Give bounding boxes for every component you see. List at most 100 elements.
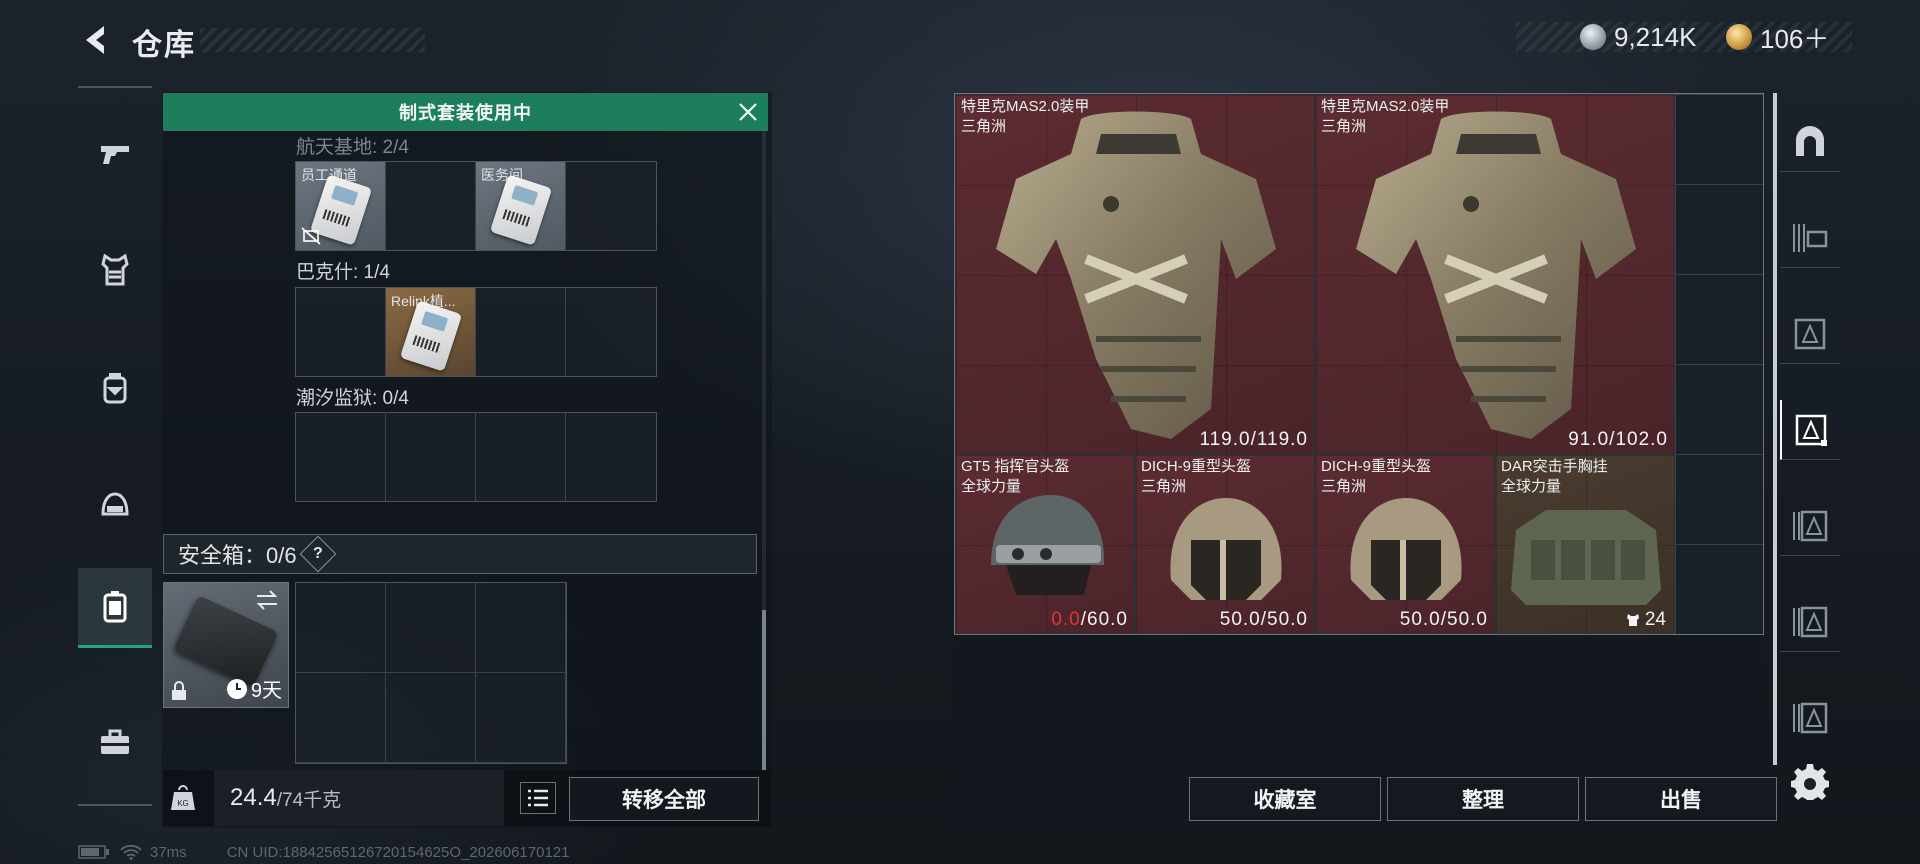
arch-icon	[1796, 125, 1824, 156]
chest-rig-image	[1511, 510, 1661, 605]
storage-tab-5[interactable]	[1780, 592, 1840, 652]
svg-text:KG: KG	[177, 799, 189, 808]
storage-item-helmet[interactable]: DICH-9重型头盔 三角洲 50.0/50.0	[1135, 454, 1315, 634]
item-name: 特里克MAS2.0装甲	[961, 98, 1090, 115]
key-slot[interactable]: Relink植...	[386, 288, 476, 376]
clock-icon	[226, 678, 247, 699]
silver-currency[interactable]: 9,214K	[1580, 22, 1696, 52]
nav-toolbox[interactable]	[78, 704, 152, 780]
wifi-icon	[120, 844, 142, 860]
storage-tab-main[interactable]	[1780, 112, 1840, 172]
back-arrow-icon[interactable]	[78, 22, 114, 58]
storage-tab-2[interactable]	[1780, 304, 1840, 364]
key-slot-empty[interactable]	[566, 413, 656, 501]
container-2-icon	[1794, 318, 1826, 349]
key-slot-empty[interactable]	[296, 288, 386, 376]
sell-button[interactable]: 出售	[1585, 777, 1777, 821]
storage-scrollbar[interactable]	[1773, 93, 1777, 765]
armor-vest-image	[1356, 111, 1636, 439]
lock-icon	[172, 681, 186, 700]
gold-coin-icon	[1726, 24, 1752, 50]
key-slot-empty[interactable]	[566, 162, 656, 250]
safebox-grid	[295, 582, 567, 764]
container-5-icon	[1793, 606, 1828, 637]
safebox-slot[interactable]	[476, 673, 566, 763]
tactical-helmet-image	[991, 495, 1105, 595]
key-slot-empty[interactable]	[566, 288, 656, 376]
storage-tab-4[interactable]	[1780, 496, 1840, 556]
safebox-slot[interactable]	[386, 583, 476, 673]
nav-armor[interactable]	[78, 232, 152, 308]
gold-currency[interactable]: 106＋	[1726, 22, 1829, 54]
storage-item-armor[interactable]: 特里克MAS2.0装甲 三角洲 91.0/102.0	[1315, 94, 1675, 454]
key-slot-empty[interactable]	[386, 162, 476, 250]
safebox-slot[interactable]	[386, 673, 476, 763]
safebox-slot[interactable]	[296, 583, 386, 673]
container-3-icon	[1795, 414, 1827, 446]
vest-icon	[101, 253, 129, 286]
item-name: 特里克MAS2.0装甲	[1321, 98, 1450, 115]
storage-item-armor[interactable]: 特里克MAS2.0装甲 三角洲 119.0/119.0	[955, 94, 1315, 454]
safebox-slot[interactable]	[296, 673, 386, 763]
nav-keys[interactable]	[78, 568, 152, 648]
safe-case-item[interactable]: 9天	[163, 582, 289, 708]
status-bar: 37ms CN UID:18842565126720154625O_202606…	[78, 842, 569, 862]
item-faction: 三角洲	[1321, 118, 1367, 135]
container-4-icon	[1793, 510, 1828, 541]
item-faction: 三角洲	[961, 118, 1007, 135]
item-name: DICH-9重型头盔	[1321, 458, 1432, 475]
storage-tab-1[interactable]	[1780, 208, 1840, 268]
item-name: DAR突击手胸挂	[1501, 458, 1608, 475]
close-icon[interactable]	[736, 100, 760, 124]
item-faction: 全球力量	[961, 478, 1022, 495]
collection-room-button[interactable]: 收藏室	[1189, 777, 1381, 821]
key-grid-aerospace: 员工通道 医务间	[295, 161, 657, 251]
key-grid-tidal-prison	[295, 412, 657, 502]
key-slot-empty[interactable]	[476, 288, 566, 376]
storage-item-helmet[interactable]: DICH-9重型头盔 三角洲 50.0/50.0	[1315, 454, 1495, 634]
backpack-icon	[103, 373, 127, 404]
organize-button[interactable]: 整理	[1387, 777, 1579, 821]
category-nav	[78, 86, 152, 806]
keycard-image	[489, 174, 553, 246]
container-6-icon	[1793, 702, 1828, 734]
storage-tab-6[interactable]	[1780, 688, 1840, 748]
toolbox-icon	[101, 729, 129, 754]
key-slot[interactable]: 员工通道	[296, 162, 386, 250]
durability: 91.0/102.0	[1568, 429, 1668, 450]
storage-item-helmet[interactable]: GT5 指挥官头盔 全球力量 0.0/60.0	[955, 454, 1135, 634]
list-view-button[interactable]	[520, 782, 556, 814]
expiry-timer: 9天	[226, 674, 282, 703]
key-slot-empty[interactable]	[386, 413, 476, 501]
durability: 0.0/60.0	[1051, 609, 1128, 631]
nav-helmet[interactable]	[78, 468, 152, 544]
help-icon[interactable]: ?	[299, 535, 336, 573]
item-faction: 全球力量	[1501, 478, 1562, 495]
battery-icon	[78, 845, 109, 859]
key-slot-empty[interactable]	[476, 413, 566, 501]
key-slot-empty[interactable]	[296, 413, 386, 501]
safebox-slot[interactable]	[476, 583, 566, 673]
key-slot[interactable]: 医务间	[476, 162, 566, 250]
gear-icon[interactable]	[1790, 763, 1830, 803]
banner-text: 制式套装使用中	[399, 103, 532, 123]
item-name: GT5 指挥官头盔	[961, 458, 1070, 475]
transfer-all-button[interactable]: 转移全部	[569, 777, 759, 821]
item-name: DICH-9重型头盔	[1141, 458, 1252, 475]
weight-icon: KG	[171, 785, 195, 810]
uniform-kit-banner: 制式套装使用中	[163, 93, 768, 131]
swap-icon[interactable]	[254, 589, 280, 611]
scrollbar-thumb[interactable]	[762, 610, 766, 770]
nav-backpack[interactable]	[78, 350, 152, 426]
page-title: 仓库	[132, 29, 196, 62]
storage-tabs	[1780, 100, 1840, 750]
user-uid: CN UID:18842565126720154625O_20260617012…	[226, 843, 570, 861]
helmet-icon	[101, 492, 129, 516]
nav-weapons[interactable]	[78, 116, 152, 192]
storage-grid: 特里克MAS2.0装甲 三角洲 119.0/119.0 特里克MAS2.0装甲 …	[954, 93, 1764, 635]
pistol-icon	[101, 146, 129, 164]
container-1-icon	[1793, 223, 1828, 252]
silver-amount: 9,214K	[1614, 21, 1697, 52]
storage-item-chest-rig[interactable]: DAR突击手胸挂 全球力量 24	[1495, 454, 1675, 634]
storage-tab-3[interactable]	[1780, 400, 1840, 460]
